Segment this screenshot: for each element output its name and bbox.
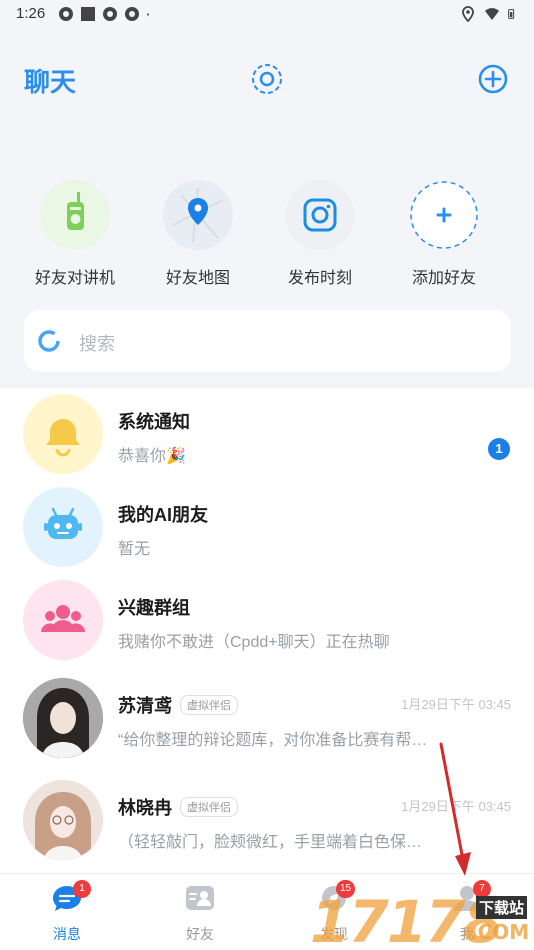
chat-name: 林晓冉 虚拟伴侣	[118, 794, 238, 820]
chat-name-text: 苏清鸢	[118, 696, 172, 716]
app-notification-icon	[125, 7, 139, 21]
chat-name: 兴趣群组	[118, 598, 190, 618]
chat-name: 苏清鸢 虚拟伴侣	[118, 692, 238, 718]
unread-badge: 1	[488, 438, 510, 460]
chat-preview: （轻轻敲门，脸颊微红，手里端着白色保…	[118, 834, 423, 851]
friend-map-label: 好友地图	[165, 270, 230, 287]
chat-preview: 恭喜你🎉	[118, 448, 186, 465]
site-watermark: 17178 下载站 .COM	[310, 880, 534, 950]
friends-icon	[186, 886, 214, 910]
battery-icon	[508, 9, 515, 19]
add-friend-action[interactable]: 添加好友	[389, 180, 499, 288]
location-icon	[462, 6, 474, 22]
map-pin-icon	[163, 180, 233, 250]
chat-name-text: 林晓冉	[118, 798, 172, 818]
publish-moment-label: 发布时刻	[287, 270, 352, 287]
add-friend-label: 添加好友	[411, 270, 476, 287]
tab-label: 好友	[186, 926, 214, 942]
watermark-label: 下载站	[476, 896, 528, 919]
publish-moment-action[interactable]: 发布时刻	[265, 180, 375, 288]
header: 聊天	[0, 50, 534, 106]
walkie-talkie-icon	[40, 180, 110, 250]
user-avatar	[23, 678, 103, 758]
robot-icon	[23, 487, 103, 567]
walkie-talkie-action[interactable]: 好友对讲机	[20, 180, 130, 288]
page-title: 聊天	[24, 67, 77, 97]
chat-preview: 我赌你不敢进（Cpdd+聊天）正在热聊	[118, 634, 390, 651]
quick-actions: 好友对讲机 好友地图 发布时刻 添加好友	[0, 180, 534, 290]
square-notification-icon	[81, 7, 95, 21]
tab-label: 消息	[53, 926, 81, 942]
friend-map-action[interactable]: 好友地图	[143, 180, 253, 288]
chat-name: 系统通知	[118, 412, 190, 432]
walkie-talkie-label: 好友对讲机	[34, 270, 115, 287]
chat-name: 我的AI朋友	[118, 505, 208, 525]
scan-button[interactable]	[250, 62, 284, 96]
chat-preview: 暂无	[118, 541, 151, 558]
app-notification-icon	[59, 7, 73, 21]
more-dot-icon	[147, 13, 149, 16]
chat-preview: “给你整理的辩论题库，对你准备比赛有帮…	[118, 732, 428, 749]
chat-time: 1月29日下午 03:45	[401, 697, 511, 712]
chat-row-interest-group[interactable]: 兴趣群组 我赌你不敢进（Cpdd+聊天）正在热聊	[0, 574, 534, 668]
chat-row-ai-friend[interactable]: 我的AI朋友 暂无	[0, 481, 534, 575]
tab-friends[interactable]: 好友	[150, 874, 250, 950]
add-friend-icon	[409, 180, 479, 250]
annotation-arrow	[439, 742, 471, 876]
watermark-domain: .COM	[470, 920, 530, 944]
tab-messages[interactable]: 1 消息	[17, 874, 117, 950]
app-notification-icon	[103, 7, 117, 21]
bell-icon	[23, 394, 103, 474]
virtual-companion-tag: 虚拟伴侣	[180, 695, 238, 716]
search-input[interactable]: 搜索	[24, 310, 511, 372]
search-placeholder: 搜索	[79, 334, 115, 354]
chat-row-system-notice[interactable]: 系统通知 恭喜你🎉 1	[0, 388, 534, 482]
add-icon[interactable]	[476, 62, 510, 96]
system-icons	[460, 6, 518, 22]
status-time: 1:26	[16, 5, 46, 22]
notification-icons	[58, 6, 154, 22]
search-icon	[38, 330, 60, 352]
wifi-icon	[485, 8, 499, 20]
tab-badge: 1	[73, 880, 91, 898]
user-avatar	[23, 780, 103, 860]
virtual-companion-tag: 虚拟伴侣	[180, 797, 238, 818]
status-bar: 1:26	[0, 0, 534, 30]
camera-icon	[285, 180, 355, 250]
group-icon	[23, 580, 103, 660]
